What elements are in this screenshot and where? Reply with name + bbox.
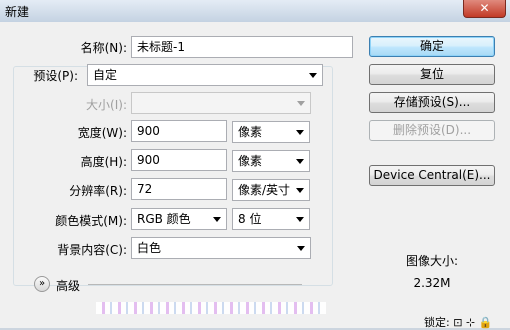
color-mode-label: 颜色模式(M): [55,214,127,228]
preset-label: 预设(P): [31,67,80,84]
close-icon: ✕ [479,1,490,15]
chevron-down-icon [213,217,221,222]
height-input[interactable]: 900 [131,149,227,171]
bit-depth-value: 8 位 [238,212,262,226]
width-label: 宽度(W): [77,126,127,140]
render-artifact [96,302,326,314]
color-mode-value: RGB 颜色 [137,212,191,226]
chevron-down-icon [297,101,305,106]
reset-button[interactable]: 复位 [369,64,495,85]
resolution-label: 分辨率(R): [69,184,127,198]
image-size-value: 2.32M [413,276,451,290]
chevron-double-down-icon[interactable]: » [34,276,50,292]
advanced-label: 高级 [56,279,81,293]
resolution-unit-value: 像素/英寸 [238,183,291,197]
background-select[interactable]: 白色 [131,237,311,259]
bit-depth-select[interactable]: 8 位 [232,208,310,230]
resolution-input[interactable]: 72 [131,178,227,200]
advanced-divider [88,284,302,285]
height-unit-value: 像素 [238,154,263,168]
width-unit-select[interactable]: 像素 [232,121,310,143]
chevron-down-icon [309,73,317,78]
height-unit-select[interactable]: 像素 [232,150,310,172]
width-input[interactable]: 900 [131,120,227,142]
name-input[interactable]: 未标题-1 [131,36,353,58]
ok-button[interactable]: 确定 [369,36,495,57]
color-mode-select[interactable]: RGB 颜色 [131,208,227,230]
image-size-label: 图像大小: [405,254,459,268]
preset-select[interactable]: 自定 [87,64,323,86]
window-title: 新建 [5,5,30,19]
chevron-down-icon [297,246,305,251]
chevron-down-icon [296,159,304,164]
save-preset-button[interactable]: 存储预设(S)... [369,92,495,113]
preset-value: 自定 [93,68,118,82]
background-value: 白色 [137,241,162,255]
chevron-down-icon [296,130,304,135]
height-label: 高度(H): [80,155,127,169]
chevron-down-icon [296,217,304,222]
close-button[interactable]: ✕ [463,0,506,18]
size-select[interactable] [131,92,311,114]
resolution-unit-select[interactable]: 像素/英寸 [232,179,310,201]
background-label: 背景内容(C): [57,243,127,257]
size-label: 大小(I): [86,98,127,112]
chevron-down-icon [296,188,304,193]
device-central-button[interactable]: Device Central(E)... [369,165,495,186]
width-unit-value: 像素 [238,125,263,139]
name-label: 名称(N): [80,41,127,55]
title-bar: 新建 ✕ [0,0,510,22]
delete-preset-button: 删除预设(D)... [369,120,495,141]
dialog-client-area: 名称(N): 未标题-1 预设(P): 自定 大小(I): 宽度(W): 900… [0,22,510,329]
